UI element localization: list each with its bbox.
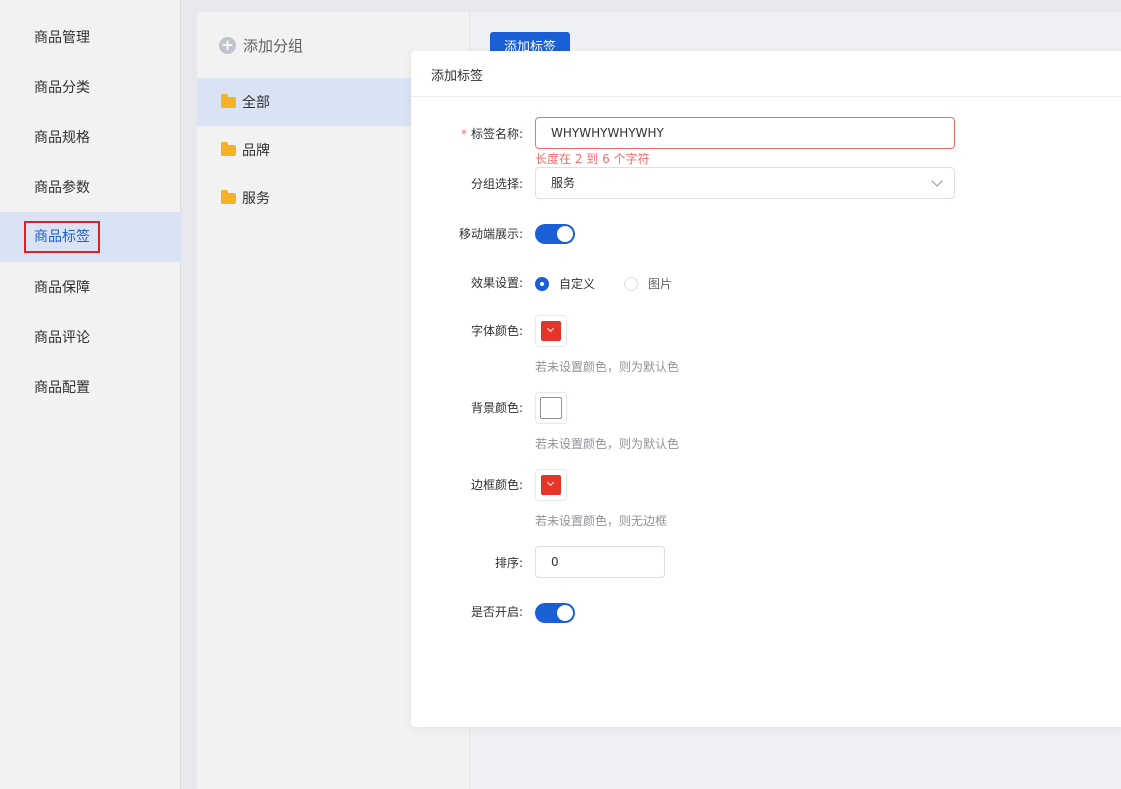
nav-item-label: 商品规格 <box>34 130 90 146</box>
dialog-divider <box>411 96 1121 97</box>
sort-input[interactable] <box>535 546 665 578</box>
tag-name-input[interactable] <box>535 117 955 149</box>
chevron-down-icon <box>546 324 555 333</box>
chevron-down-icon <box>931 175 943 187</box>
nav-item-goods-params[interactable]: 商品参数 <box>0 163 181 213</box>
color-swatch <box>541 475 561 495</box>
required-mark: * <box>460 127 467 141</box>
folder-icon <box>221 189 236 204</box>
dialog-title: 添加标签 <box>431 69 484 84</box>
radio-unchecked-icon <box>624 276 638 291</box>
add-tag-dialog: 添加标签 *标签名称: 长度在 2 到 6 个字符 分组选择: 服务 移动端展示… <box>411 51 1121 727</box>
nav-item-label: 商品分类 <box>34 80 90 96</box>
font-color-label: 字体颜色: <box>470 324 523 338</box>
color-swatch <box>541 321 561 341</box>
nav-item-goods-spec[interactable]: 商品规格 <box>0 113 181 163</box>
folder-icon <box>221 141 236 156</box>
group-select-value: 服务 <box>551 176 576 190</box>
group-select-label: 分组选择: <box>470 177 523 191</box>
group-item-label: 品牌 <box>242 143 270 159</box>
side-nav: 商品管理 商品分类 商品规格 商品参数 商品标签 商品保障 商品评论 商品配置 <box>0 0 181 789</box>
nav-item-goods-management[interactable]: 商品管理 <box>0 13 181 63</box>
bg-color-picker[interactable] <box>535 392 567 424</box>
bg-color-hint: 若未设置颜色，则为默认色 <box>535 437 680 451</box>
enabled-switch[interactable] <box>535 603 575 623</box>
nav-item-label: 商品评论 <box>34 330 90 346</box>
nav-item-label: 商品标签 <box>24 221 100 253</box>
effect-radio-image[interactable]: 图片 <box>624 275 672 292</box>
border-color-label: 边框颜色: <box>470 478 523 492</box>
radio-checked-icon <box>535 276 549 291</box>
nav-item-goods-tags[interactable]: 商品标签 <box>0 212 181 262</box>
group-item-label: 全部 <box>242 95 270 111</box>
nav-item-label: 商品参数 <box>34 180 90 196</box>
nav-item-goods-category[interactable]: 商品分类 <box>0 63 181 113</box>
nav-item-goods-guarantee[interactable]: 商品保障 <box>0 263 181 313</box>
border-color-hint: 若未设置颜色，则无边框 <box>535 514 668 528</box>
nav-item-label: 商品保障 <box>34 280 90 296</box>
mobile-display-label: 移动端展示: <box>458 227 523 241</box>
nav-item-label: 商品管理 <box>34 30 90 46</box>
group-item-label: 服务 <box>242 191 270 207</box>
add-group-button[interactable]: + 添加分组 <box>219 34 303 56</box>
folder-icon <box>221 93 236 108</box>
enabled-label: 是否开启: <box>470 605 523 619</box>
effect-setting-label: 效果设置: <box>470 276 523 290</box>
group-select[interactable]: 服务 <box>535 167 955 199</box>
switch-knob <box>557 605 573 621</box>
chevron-down-icon <box>546 478 555 487</box>
border-color-picker[interactable] <box>535 469 567 501</box>
font-color-picker[interactable] <box>535 315 567 347</box>
nav-item-goods-config[interactable]: 商品配置 <box>0 363 181 413</box>
sort-label: 排序: <box>494 556 523 570</box>
bg-color-label: 背景颜色: <box>470 401 523 415</box>
switch-knob <box>557 226 573 242</box>
add-group-label: 添加分组 <box>243 36 304 55</box>
effect-radio-custom[interactable]: 自定义 <box>535 275 595 292</box>
mobile-display-switch[interactable] <box>535 224 575 244</box>
plus-circle-icon: + <box>219 36 236 54</box>
color-swatch-empty <box>540 397 562 419</box>
nav-item-goods-comments[interactable]: 商品评论 <box>0 313 181 363</box>
tag-name-error: 长度在 2 到 6 个字符 <box>535 152 650 166</box>
font-color-hint: 若未设置颜色，则为默认色 <box>535 360 680 374</box>
tag-name-label: * 标签名称: <box>460 127 523 141</box>
nav-item-label: 商品配置 <box>34 380 90 396</box>
